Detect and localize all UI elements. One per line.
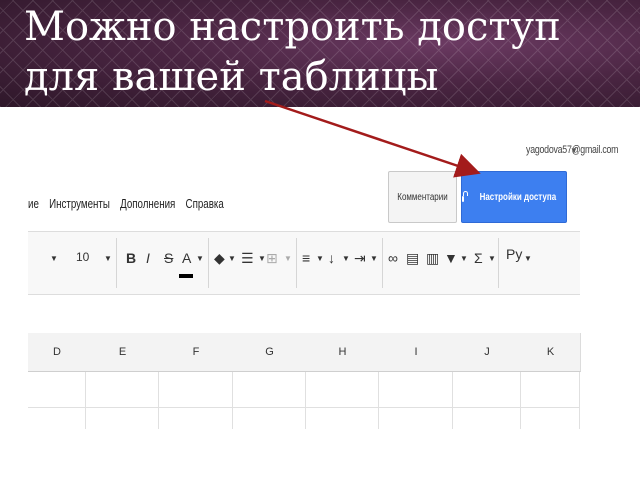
pointer-arrow [264,99,481,178]
arrow-line [264,99,481,178]
